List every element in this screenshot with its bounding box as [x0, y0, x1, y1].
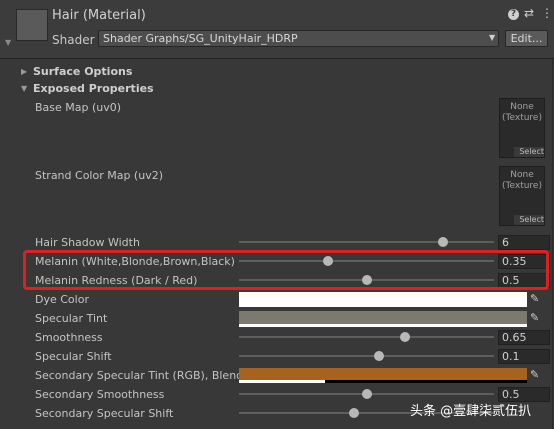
eyedropper-icon[interactable]: ✎	[530, 312, 542, 324]
base-map-texture: (Texture)	[502, 113, 542, 123]
secondary-specular-tint-label: Secondary Specular Tint (RGB), Blend	[35, 369, 244, 382]
specular-tint-label: Specular Tint	[35, 312, 108, 325]
specular-shift-knob[interactable]	[374, 351, 385, 361]
smoothness-knob[interactable]	[399, 332, 410, 342]
eyedropper-icon[interactable]: ✎	[530, 293, 542, 305]
header-fold-icon[interactable]: ▼	[5, 38, 11, 47]
material-title: Hair (Material)	[52, 8, 146, 23]
specular-shift-track[interactable]	[239, 355, 494, 357]
secondary-smoothness-label: Secondary Smoothness	[35, 388, 165, 401]
shader-label: Shader	[52, 33, 95, 47]
smoothness-label: Smoothness	[35, 331, 103, 344]
chevron-down-icon: ▼	[489, 33, 496, 42]
dye-color-swatch[interactable]	[239, 292, 527, 307]
chevron-right-icon[interactable]: ▶	[21, 67, 27, 76]
secondary-specular-shift-knob[interactable]	[348, 408, 359, 418]
preset-icon[interactable]: ⇄	[524, 6, 534, 20]
section-exposed-properties[interactable]: Exposed Properties	[33, 82, 154, 95]
watermark: 头条 @壹肆柒贰伍扒	[410, 404, 532, 419]
specular-tint-alpha-bar	[239, 324, 527, 327]
hair-shadow-width-field[interactable]: 6	[498, 235, 550, 250]
section-surface-options[interactable]: Surface Options	[33, 65, 132, 78]
secondary-specular-shift-label: Secondary Specular Shift	[35, 407, 174, 420]
scrollbar-edge	[552, 58, 553, 429]
base-map-select-button[interactable]: Select	[514, 147, 544, 157]
secondary-smoothness-knob[interactable]	[361, 389, 372, 399]
shader-dropdown-value: Shader Graphs/SG_UnityHair_HDRP	[103, 32, 298, 45]
secondary-specular-tint-alpha-fill	[239, 380, 325, 383]
eyedropper-icon[interactable]: ✎	[530, 369, 542, 381]
chevron-down-icon[interactable]: ▼	[21, 84, 27, 93]
hair-shadow-width-knob[interactable]	[438, 237, 448, 247]
dye-color-label: Dye Color	[35, 293, 89, 306]
hair-shadow-width-track[interactable]	[239, 241, 494, 243]
smoothness-field[interactable]: 0.65	[498, 330, 550, 345]
strand-color-map-select-button[interactable]: Select	[514, 215, 544, 225]
base-map-label: Base Map (uv0)	[35, 101, 122, 114]
smoothness-track[interactable]	[239, 336, 494, 338]
menu-icon[interactable]: ⋮	[541, 6, 553, 20]
highlight-annotation	[23, 250, 549, 290]
specular-shift-field[interactable]: 0.1	[498, 349, 550, 364]
help-icon[interactable]: ?	[508, 9, 519, 20]
strand-color-map-label: Strand Color Map (uv2)	[35, 169, 163, 182]
specular-shift-label: Specular Shift	[35, 350, 112, 363]
material-preview-icon	[16, 9, 48, 41]
hair-shadow-width-label: Hair Shadow Width	[35, 236, 140, 249]
strand-color-map-texture: (Texture)	[502, 181, 542, 191]
edit-shader-button[interactable]: Edit...	[505, 30, 548, 47]
strand-color-map-none: None	[510, 170, 534, 180]
base-map-none: None	[510, 102, 534, 112]
